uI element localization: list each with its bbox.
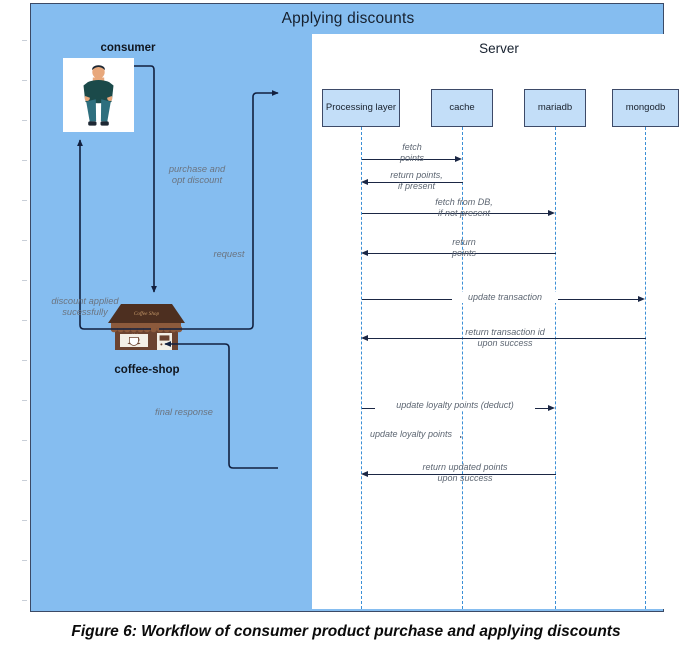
message-label-update-loyalty-points-deduct: update loyalty points (deduct): [375, 400, 535, 411]
arrowhead-update-transaction: [638, 295, 645, 302]
flow-final-response: [164, 341, 278, 469]
arrowhead-fetch-points: [455, 155, 462, 162]
message-label-return-transaction-id: return transaction id upon success: [465, 327, 545, 348]
lifeline-mongodb: [645, 127, 646, 609]
lifeline-processing-layer: [361, 127, 362, 609]
arrowhead-return-points-if-present: [361, 178, 368, 185]
diagram-panel: Applying discounts consumer Coffee Shop …: [30, 3, 686, 612]
flow-request: [159, 90, 279, 330]
lifeline-label-cache: cache: [449, 101, 475, 113]
lifeline-label-processing-layer: Processing layer: [325, 101, 397, 113]
message-label-return-points: return points: [451, 237, 477, 258]
figure-caption: Figure 6: Workflow of consumer product p…: [71, 623, 621, 640]
message-label-fetch-from-db: fetch from DB, if not present: [435, 197, 493, 218]
message-label-fetch-points: fetch points: [399, 142, 425, 163]
server-title: Server: [479, 41, 519, 56]
flow-label-request: request: [213, 249, 245, 259]
page-ruler: [20, 0, 29, 614]
lifeline-box-processing-layer[interactable]: Processing layer: [322, 89, 400, 127]
lifeline-box-cache[interactable]: cache: [431, 89, 493, 127]
lifeline-box-mariadb[interactable]: mariadb: [524, 89, 586, 127]
lifeline-label-mariadb: mariadb: [537, 101, 573, 113]
arrowhead-return-updated-points: [361, 470, 368, 477]
flow-label-purchase: purchase and opt discount: [168, 164, 226, 186]
message-label-return-points-if-present: return points, if present: [390, 170, 443, 191]
arrowhead-fetch-from-db: [548, 209, 555, 216]
arrowhead-return-points: [361, 249, 368, 256]
message-label-update-transaction: update transaction: [452, 292, 558, 303]
flow-label-final-response: final response: [155, 407, 213, 417]
arrowhead-update-loyalty-points-deduct: [548, 404, 555, 411]
lifeline-box-mongodb[interactable]: mongodb: [612, 89, 679, 127]
message-label-update-loyalty-points: update loyalty points: [362, 429, 460, 440]
server-panel: Server Processing layer cache mariadb mo…: [312, 34, 686, 609]
flow-label-discount-applied: discount applied sucessfully: [51, 296, 119, 318]
lifeline-mariadb: [555, 127, 556, 609]
lifeline-label-mongodb: mongodb: [625, 101, 666, 113]
figure-canvas: Applying discounts consumer Coffee Shop …: [0, 0, 691, 655]
arrowhead-return-transaction-id: [361, 334, 368, 341]
message-label-return-updated-points: return updated points upon success: [422, 462, 508, 483]
